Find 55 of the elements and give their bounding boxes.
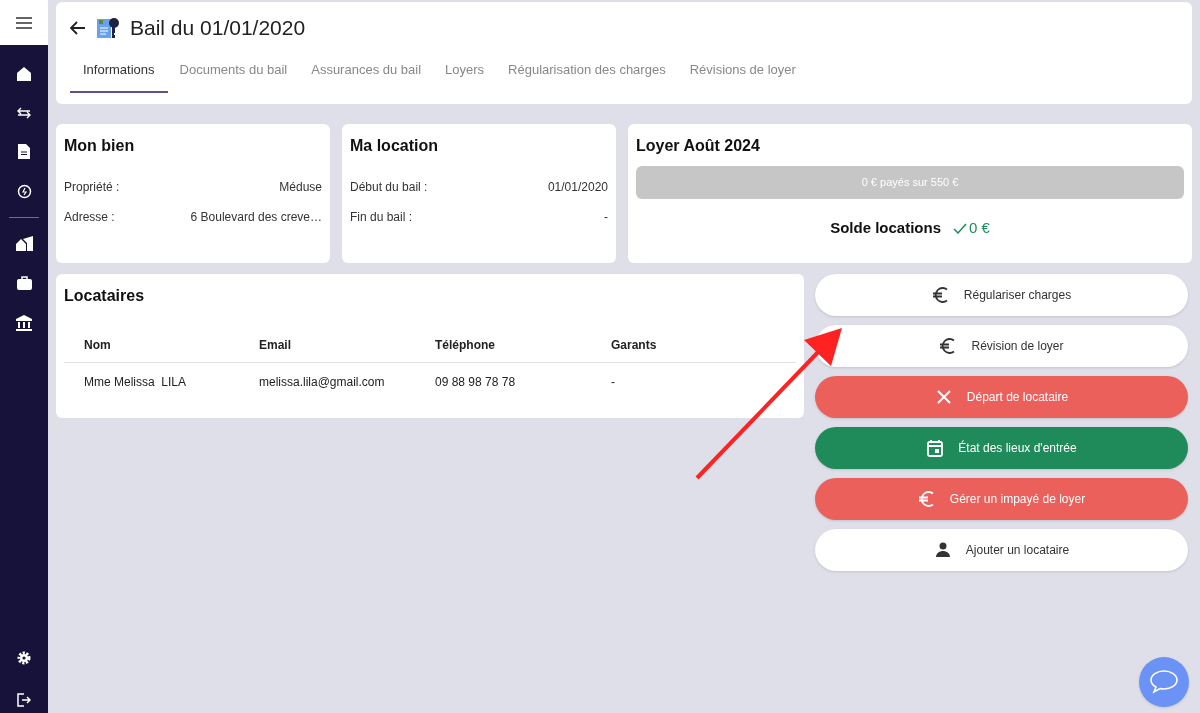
swap-icon[interactable] [17,107,31,119]
card-title: Loyer Août 2024 [636,136,761,156]
bank-icon[interactable] [16,315,32,331]
menu-icon[interactable] [16,16,32,29]
field-value: 01/01/2020 [547,179,608,196]
chat-button[interactable] [1139,657,1189,707]
field-label: Fin du bail : [350,209,413,226]
tab[interactable]: Informations [70,55,168,93]
settings-icon[interactable] [17,651,31,665]
field-value: Méduse [279,179,322,196]
action-button[interactable]: État des lieux d'entrée [815,427,1188,469]
table-cell: 09 88 98 78 78 [415,362,591,402]
calendar-icon [926,439,945,457]
tab[interactable]: Loyers [433,55,497,93]
field-label: Adresse : [64,209,115,226]
table-cell: Mme Melissa LILA [64,362,239,402]
action-button[interactable]: Ajouter un locataire [815,529,1188,571]
action-button[interactable]: Départ de locataire [815,376,1188,418]
close-icon [934,388,953,406]
card-title: Mon bien [64,136,136,156]
column-header: Téléphone [415,328,591,362]
card-title: Locataires [64,286,146,306]
document-icon[interactable] [18,144,30,159]
clock-icon[interactable] [16,184,32,199]
chat-icon [1149,669,1179,695]
field-value: 6 Boulevard des creve… [190,209,322,226]
tab[interactable]: Révisions de loyer [677,55,808,93]
action-button[interactable]: Révision de loyer [815,325,1188,367]
column-header: Nom [64,328,239,362]
action-button[interactable]: Régulariser charges [815,274,1188,316]
home-icon[interactable] [16,66,32,82]
action-button[interactable]: Gérer un impayé de loyer [815,478,1188,520]
person-icon [933,541,952,559]
field-label: Début du bail : [350,179,428,196]
check-icon [953,222,967,234]
back-arrow-icon[interactable] [70,20,86,35]
tab[interactable]: Assurances du bail [299,55,434,93]
table-cell: melissa.lila@gmail.com [239,362,415,402]
euro-icon [931,286,950,304]
building-icon[interactable] [15,236,33,251]
field-label: Propriété : [64,179,120,196]
tab[interactable]: Documents du bail [167,55,300,93]
column-header: Garants [591,328,796,362]
column-header: Email [239,328,415,362]
field-value: - [604,209,608,226]
balance-value: 0 € [969,218,990,238]
tab[interactable]: Régularisation des charges [496,55,678,93]
card-title: Ma location [350,136,439,156]
euro-icon [917,490,936,508]
document-key-icon [96,15,120,40]
logout-icon[interactable] [17,693,31,707]
table-cell: - [591,362,796,402]
balance-label: Solde locations [830,218,941,238]
page-title: Bail du 01/01/2020 [130,15,306,41]
briefcase-icon[interactable] [16,276,32,290]
